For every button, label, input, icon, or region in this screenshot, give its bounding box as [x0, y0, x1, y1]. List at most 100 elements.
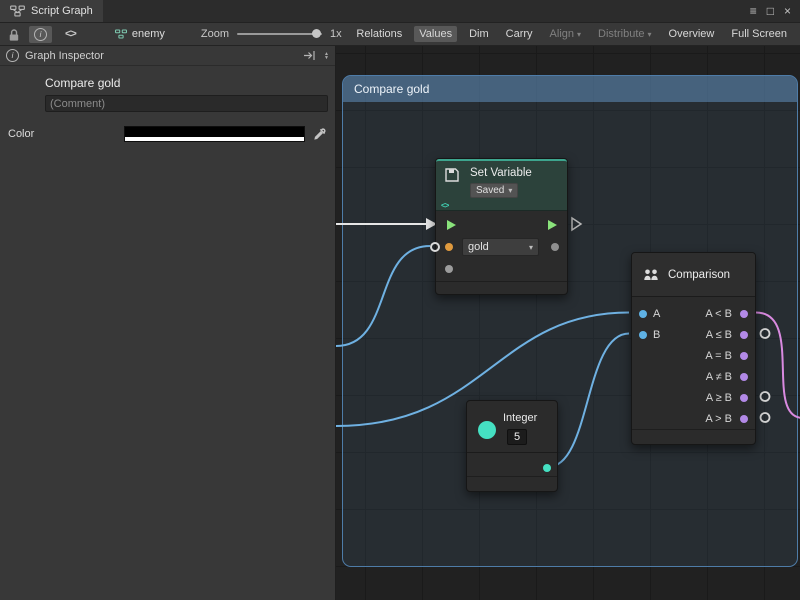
- node-footer-divider: [467, 476, 557, 477]
- script-graph-icon: [10, 5, 25, 17]
- lock-icon[interactable]: [6, 27, 21, 42]
- chevron-down-icon: ▾: [648, 30, 652, 39]
- output-port-less[interactable]: [740, 310, 748, 318]
- input-port-b[interactable]: [639, 331, 647, 339]
- zoom-control: Zoom 1x: [201, 28, 342, 40]
- code-icon: <>: [65, 28, 76, 40]
- output-port-not-equal[interactable]: [740, 373, 748, 381]
- values-button[interactable]: Values: [414, 26, 457, 42]
- output-label: A ≠ B: [706, 371, 732, 383]
- integer-output-port[interactable]: [543, 464, 551, 472]
- graph-title: Compare gold: [45, 76, 335, 90]
- output-port-greater[interactable]: [740, 415, 748, 423]
- variable-kind-dropdown[interactable]: Saved ▾: [470, 183, 518, 198]
- output-label: A = B: [705, 350, 732, 362]
- code-icon: <>: [441, 201, 448, 210]
- graph-inspector-body: Compare gold Color: [0, 66, 335, 142]
- output-port-less-equal[interactable]: [740, 331, 748, 339]
- group-header[interactable]: Compare gold: [343, 76, 797, 102]
- variable-name-label: gold: [468, 241, 489, 253]
- integer-type-icon: [478, 421, 496, 439]
- relations-button[interactable]: Relations: [351, 26, 407, 42]
- output-port-greater-equal[interactable]: [740, 394, 748, 402]
- node-title: Set Variable: [470, 167, 532, 179]
- comparison-header: Comparison: [632, 253, 755, 297]
- graph-toolbar: i <> enemy Zoom 1x Relations: [0, 23, 800, 46]
- node-title: Integer: [503, 412, 537, 424]
- zoom-slider[interactable]: [237, 33, 322, 35]
- comparison-row: A > B: [632, 408, 755, 429]
- pane-spinner[interactable]: ▲▼: [324, 52, 329, 60]
- zoom-value: 1x: [330, 28, 342, 40]
- input-label: A: [653, 308, 660, 320]
- variable-name-dropdown[interactable]: gold ▾: [462, 238, 539, 256]
- comparison-rows: A A < B B A ≤ B A = B: [632, 303, 755, 429]
- node-title: Comparison: [668, 269, 730, 281]
- graph-reference[interactable]: enemy: [115, 28, 165, 40]
- output-label: A < B: [705, 308, 732, 320]
- tab-title: Script Graph: [31, 5, 93, 17]
- flow-output-port[interactable]: [548, 220, 557, 230]
- input-port-a[interactable]: [639, 310, 647, 318]
- input-label: B: [653, 329, 660, 341]
- dim-button[interactable]: Dim: [464, 26, 494, 42]
- value-input-port-ring[interactable]: [430, 242, 440, 252]
- set-variable-header: <> Set Variable Saved ▾: [436, 159, 567, 211]
- output-label: A ≥ B: [706, 392, 732, 404]
- info-icon: i: [6, 49, 19, 62]
- chevron-down-icon: ▾: [508, 184, 512, 197]
- align-label: Align: [550, 28, 574, 40]
- integer-header: Integer 5: [467, 401, 557, 453]
- comparison-row: B A ≤ B: [632, 324, 755, 345]
- save-variable-icon: <>: [443, 166, 463, 210]
- eyedropper-icon[interactable]: [312, 127, 327, 142]
- align-button[interactable]: Align ▾: [545, 26, 586, 42]
- zoom-slider-knob[interactable]: [312, 29, 321, 38]
- window-controls: ≡ □ ×: [750, 0, 800, 22]
- comparison-row: A ≥ B: [632, 387, 755, 408]
- info-icon: i: [34, 28, 47, 41]
- node-integer[interactable]: Integer 5: [466, 400, 558, 492]
- graph-inspector-header: i Graph Inspector ▲▼: [0, 46, 335, 66]
- output-port-equal[interactable]: [740, 352, 748, 360]
- carry-button[interactable]: Carry: [501, 26, 538, 42]
- maximize-icon[interactable]: □: [767, 5, 774, 17]
- comment-input[interactable]: [45, 95, 328, 112]
- node-footer-divider: [632, 429, 755, 430]
- output-label: A ≤ B: [706, 329, 732, 341]
- color-label: Color: [8, 128, 124, 140]
- color-row: Color: [0, 126, 335, 142]
- close-icon[interactable]: ×: [784, 5, 791, 17]
- distribute-button[interactable]: Distribute ▾: [593, 26, 656, 42]
- inspector-header-title: Graph Inspector: [25, 50, 104, 62]
- dock-icon[interactable]: [303, 50, 316, 61]
- variable-kind-label: Saved: [476, 184, 504, 197]
- comparison-row: A A < B: [632, 303, 755, 324]
- comparison-row: A = B: [632, 345, 755, 366]
- toolbar-buttons: Relations Values Dim Carry Align ▾ Distr…: [351, 26, 794, 42]
- overview-button[interactable]: Overview: [664, 26, 720, 42]
- value-input-port[interactable]: [445, 265, 453, 273]
- chevron-down-icon: ▾: [529, 243, 533, 252]
- color-swatch[interactable]: [124, 126, 305, 142]
- alpha-bar: [125, 136, 304, 141]
- node-set-variable[interactable]: <> Set Variable Saved ▾ gold: [435, 158, 568, 295]
- inspector-toggle-button[interactable]: i: [29, 26, 52, 43]
- fullscreen-button[interactable]: Full Screen: [726, 26, 792, 42]
- distribute-label: Distribute: [598, 28, 644, 40]
- node-comparison[interactable]: Comparison A A < B B A ≤ B: [631, 252, 756, 445]
- flow-input-port[interactable]: [447, 220, 456, 230]
- graph-canvas[interactable]: Compare gold: [336, 46, 800, 600]
- graph-inspector-panel: i Graph Inspector ▲▼ Compare gold Color: [0, 46, 336, 600]
- zoom-label: Zoom: [201, 28, 229, 40]
- comparison-icon: [643, 268, 659, 282]
- integer-value-field[interactable]: 5: [507, 429, 527, 445]
- titlebar: Script Graph ≡ □ ×: [0, 0, 800, 23]
- value-output-port[interactable]: [551, 243, 559, 251]
- tab-script-graph[interactable]: Script Graph: [0, 0, 103, 22]
- variable-name-port[interactable]: [445, 243, 453, 251]
- window-menu-icon[interactable]: ≡: [750, 5, 757, 17]
- graph-reference-label: enemy: [132, 28, 165, 40]
- comparison-row: A ≠ B: [632, 366, 755, 387]
- code-view-button[interactable]: <>: [60, 26, 81, 42]
